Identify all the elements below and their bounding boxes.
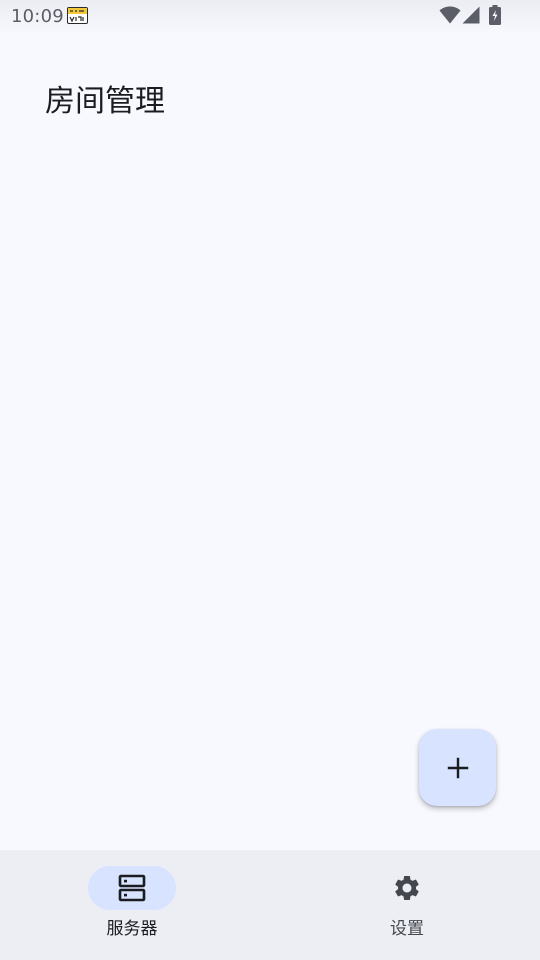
nav-label-servers: 服务器 (106, 919, 158, 939)
notification-app-icon (67, 7, 88, 24)
plus-icon (447, 757, 468, 778)
status-bar: 10:09 (0, 0, 540, 36)
wifi-icon (439, 6, 461, 24)
nav-item-servers[interactable]: 服务器 (0, 850, 270, 960)
battery-icon (489, 5, 501, 25)
server-icon (118, 874, 146, 902)
signal-icon (462, 6, 480, 24)
status-time: 10:09 (11, 6, 64, 27)
page-title: 房间管理 (45, 84, 165, 119)
bottom-navigation-bar: 服务器 设置 (0, 850, 540, 960)
nav-item-settings[interactable]: 设置 (270, 850, 540, 960)
add-room-button[interactable] (419, 729, 496, 806)
nav-label-settings: 设置 (390, 919, 424, 939)
gear-icon (395, 876, 419, 900)
